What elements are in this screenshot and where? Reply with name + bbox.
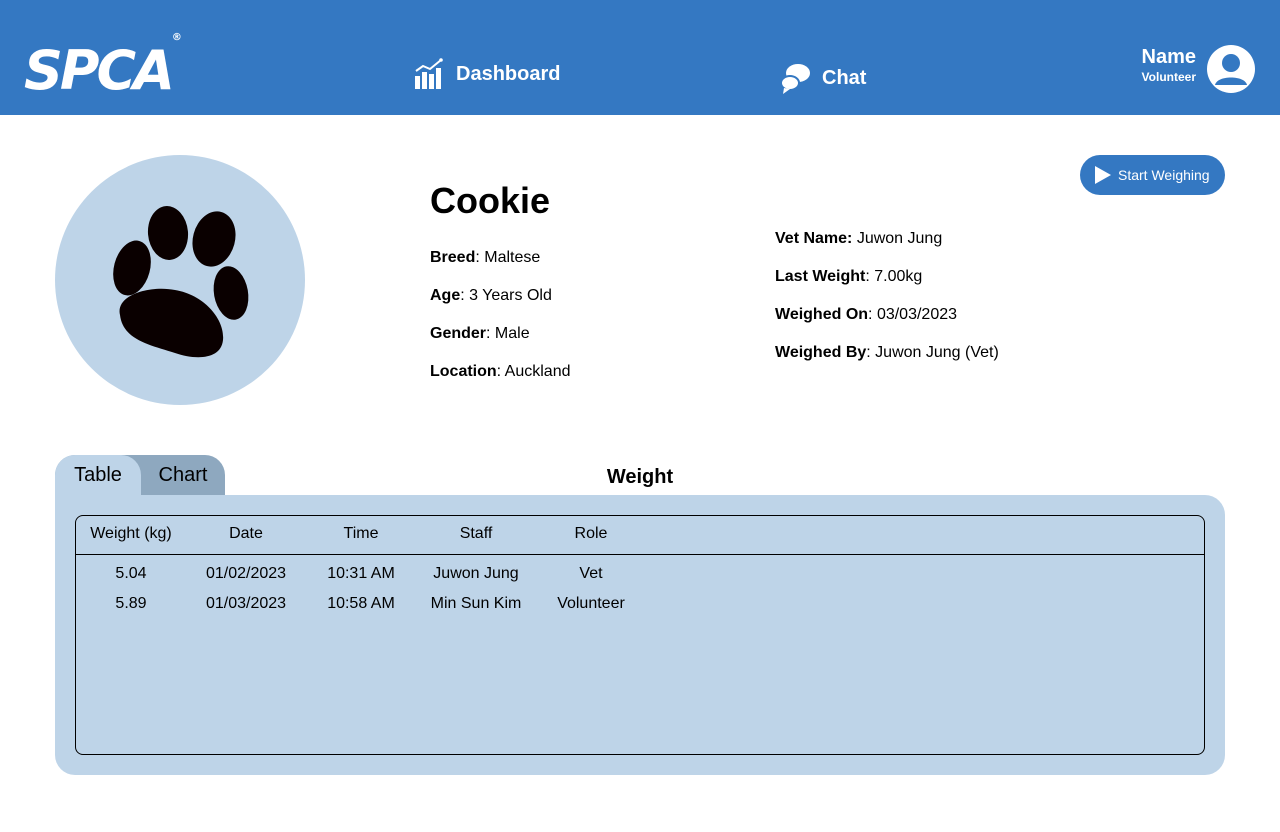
cell-staff: Juwon Jung (433, 565, 519, 582)
tab-chart[interactable]: Chart (141, 455, 225, 495)
detail-vet-name: Vet Name: Juwon Jung (775, 230, 943, 247)
tab-chart-label: Chart (158, 463, 208, 486)
detail-location: Location: Auckland (430, 363, 571, 380)
cell-date: 01/03/2023 (205, 595, 287, 612)
start-weighing-button[interactable]: Start Weighing (1080, 155, 1225, 195)
cell-weight: 5.89 (115, 595, 147, 612)
start-weighing-label: Start Weighing (1118, 167, 1210, 183)
spca-logo[interactable]: SPCA® (24, 32, 182, 101)
column-header-staff[interactable]: Staff (421, 525, 531, 543)
detail-breed: Breed: Maltese (430, 249, 541, 266)
nav-chat[interactable]: Chat (780, 62, 866, 94)
top-nav-bar: SPCA® Dashboard Chat Name Volunteer (0, 0, 1280, 115)
column-header-time[interactable]: Time (306, 525, 416, 543)
detail-age: Age: 3 Years Old (430, 287, 552, 304)
nav-dashboard[interactable]: Dashboard (414, 58, 560, 90)
cell-role: Vet (579, 565, 603, 582)
nav-chat-label: Chat (822, 66, 867, 89)
tab-table[interactable]: Table (55, 455, 141, 495)
user-info[interactable]: Name Volunteer (1120, 45, 1196, 85)
bar-chart-icon (415, 58, 443, 89)
nav-dashboard-label: Dashboard (456, 62, 561, 85)
table-header: Weight (kg) Date Time Staff Role (76, 516, 1204, 555)
paw-print-icon (113, 206, 249, 358)
cell-time: 10:58 AM (327, 595, 395, 612)
cell-time: 10:31 AM (327, 565, 395, 582)
pet-name: Cookie (430, 180, 551, 221)
play-icon (1095, 166, 1111, 184)
detail-weighed-on: Weighed On: 03/03/2023 (775, 306, 958, 323)
column-header-role[interactable]: Role (536, 525, 646, 543)
cell-staff: Min Sun Kim (430, 595, 522, 612)
detail-gender: Gender: Male (430, 325, 530, 342)
cell-date: 01/02/2023 (205, 565, 287, 582)
user-role: Volunteer (1141, 70, 1196, 84)
cell-role: Volunteer (557, 595, 625, 612)
weight-section-title: Weight (606, 466, 674, 488)
weight-table: Weight (kg) Date Time Staff Role 5.04 01… (75, 515, 1205, 755)
pet-photo (55, 155, 305, 405)
column-header-weight[interactable]: Weight (kg) (76, 525, 186, 543)
cell-weight: 5.04 (115, 565, 147, 582)
detail-weighed-by: Weighed By: Juwon Jung (Vet) (775, 344, 999, 361)
column-header-date[interactable]: Date (191, 525, 301, 543)
tab-table-label: Table (74, 463, 122, 486)
chat-bubbles-icon (780, 64, 810, 94)
user-avatar-icon[interactable] (1207, 45, 1255, 93)
user-name: Name (1141, 46, 1196, 68)
detail-last-weight: Last Weight: 7.00kg (775, 268, 923, 285)
